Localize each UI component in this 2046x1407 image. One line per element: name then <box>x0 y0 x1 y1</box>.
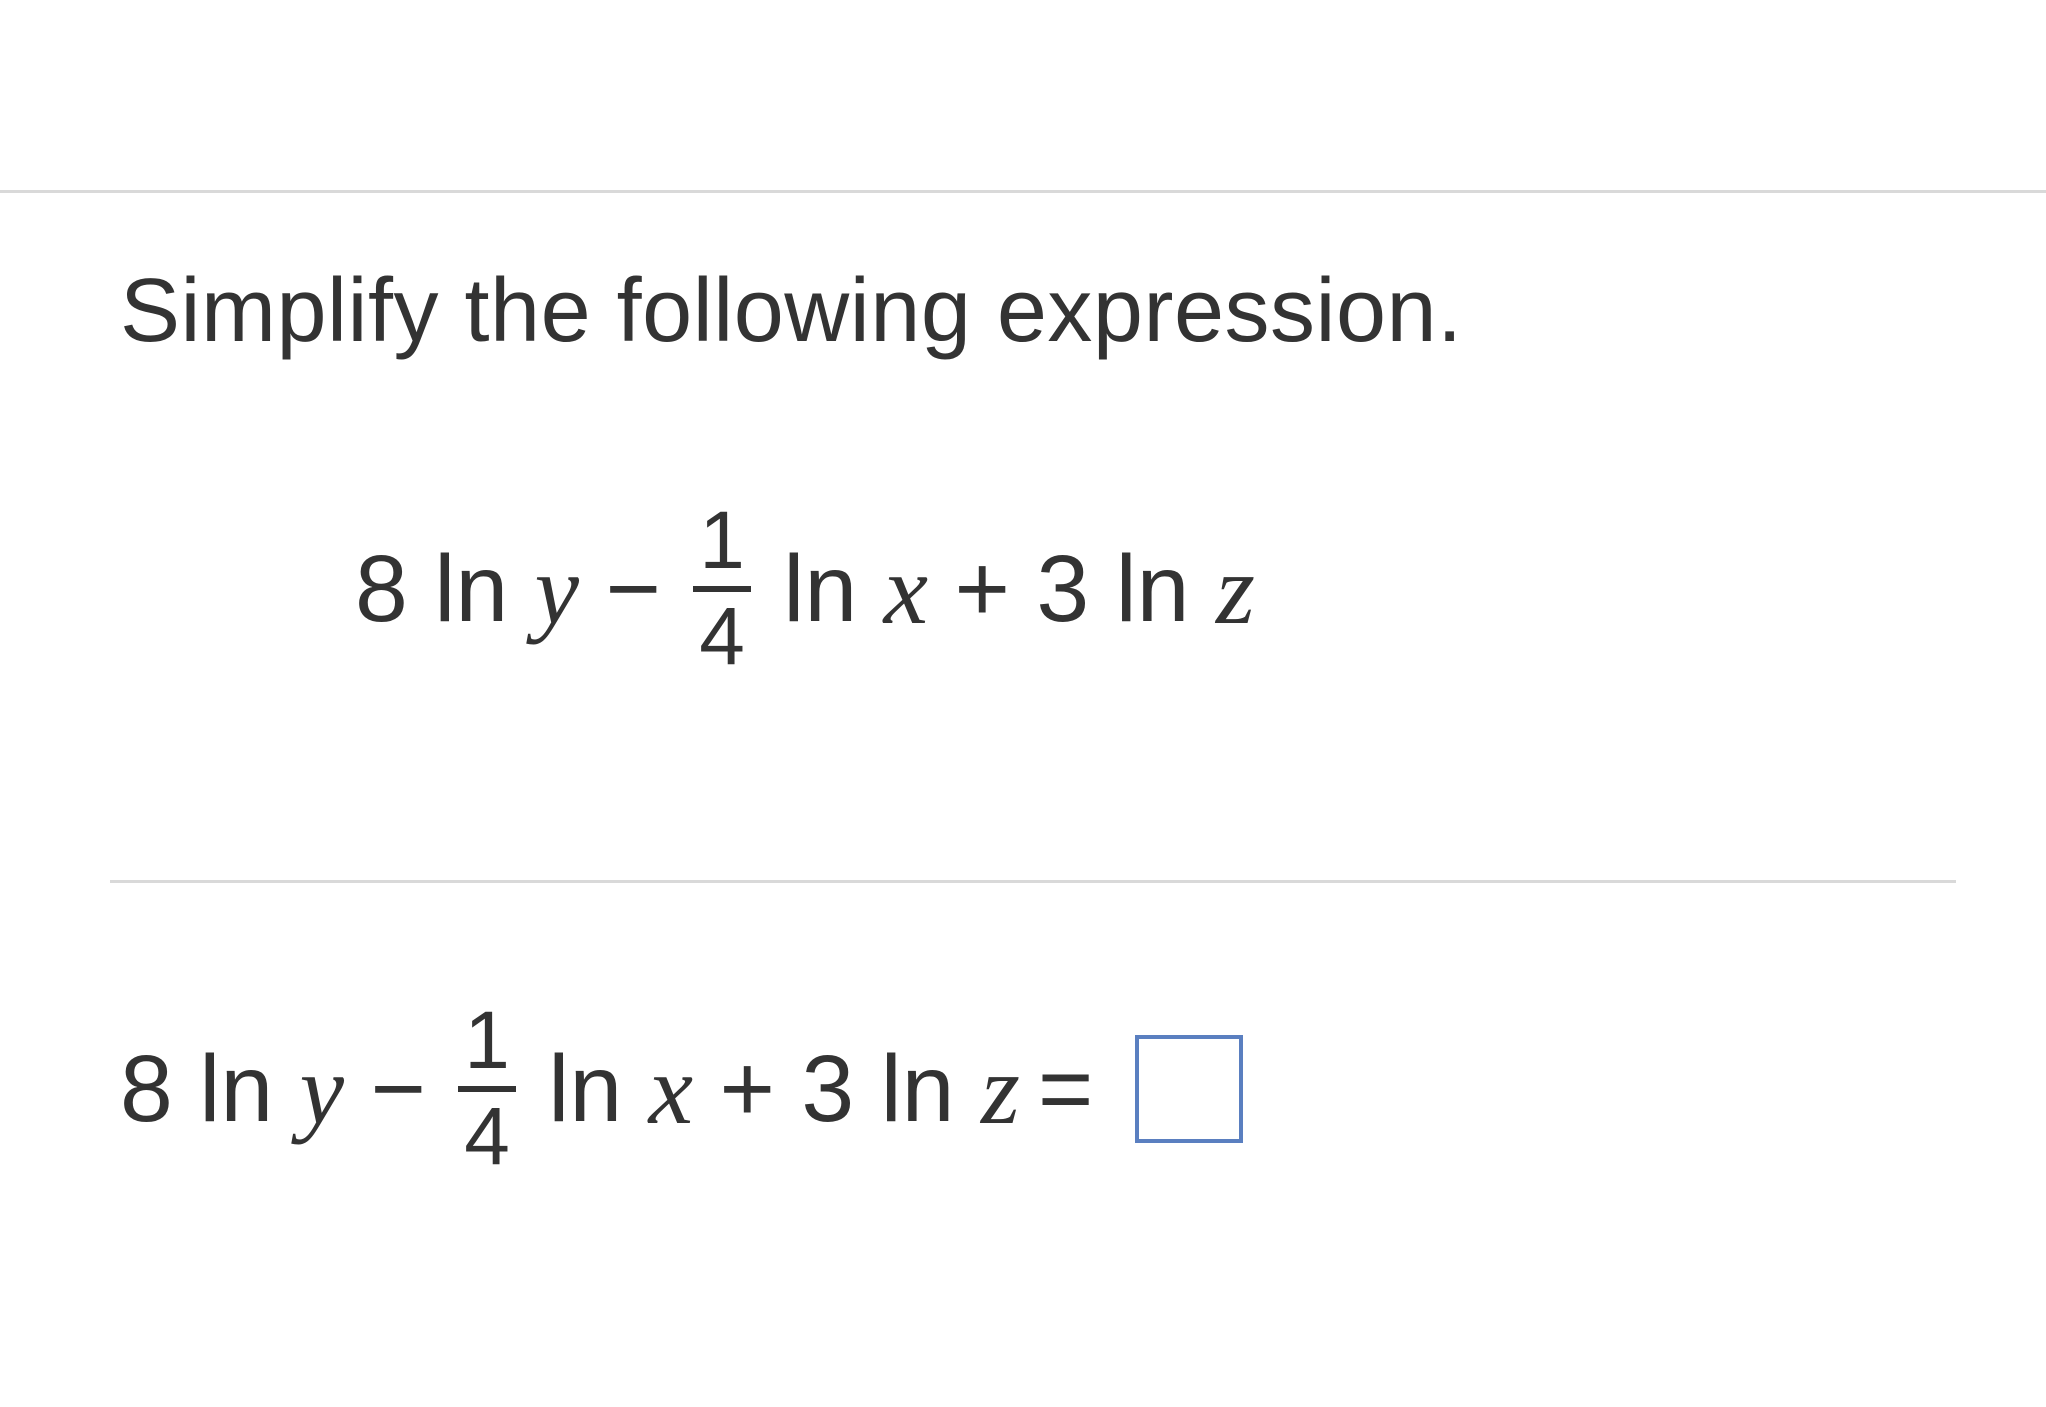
var-x: x <box>884 532 928 647</box>
frac-denominator: 4 <box>693 592 751 678</box>
answer-input[interactable] <box>1135 1035 1243 1143</box>
ans-frac-numerator: 1 <box>458 1000 516 1086</box>
mid-divider <box>110 880 1956 883</box>
coef-y: 8 <box>355 535 408 644</box>
ans-plus-op: + <box>693 1035 801 1144</box>
ln-3: ln <box>1116 535 1190 644</box>
plus-op: + <box>928 535 1036 644</box>
ans-ln-2: ln <box>548 1035 622 1144</box>
ans-frac-denominator: 4 <box>458 1092 516 1178</box>
ans-fraction-one-fourth: 1 4 <box>458 1000 516 1178</box>
ln-2: ln <box>783 535 857 644</box>
ln-1: ln <box>434 535 508 644</box>
ans-var-x: x <box>649 1032 693 1147</box>
question-panel: Simplify the following expression. 8 ln … <box>0 0 2046 1407</box>
ans-ln-3: ln <box>881 1035 955 1144</box>
var-z: z <box>1216 532 1255 647</box>
prompt-text: Simplify the following expression. <box>120 260 1463 363</box>
answer-expression: 8 ln y − 1 4 ln x + 3 ln z = <box>120 1000 1243 1178</box>
ans-ln-1: ln <box>199 1035 273 1144</box>
fraction-one-fourth: 1 4 <box>693 500 751 678</box>
ans-coef-z: 3 <box>801 1035 854 1144</box>
ans-var-y: y <box>300 1032 344 1147</box>
expression-display: 8 ln y − 1 4 ln x + 3 ln z <box>355 500 1255 678</box>
ans-coef-y: 8 <box>120 1035 173 1144</box>
top-divider <box>0 190 2046 193</box>
coef-z: 3 <box>1036 535 1089 644</box>
var-y: y <box>535 532 579 647</box>
ans-var-z: z <box>981 1032 1020 1147</box>
equals-sign: = <box>1038 1035 1093 1144</box>
frac-numerator: 1 <box>693 500 751 586</box>
ans-minus-op: − <box>344 1035 452 1144</box>
minus-op: − <box>579 535 687 644</box>
